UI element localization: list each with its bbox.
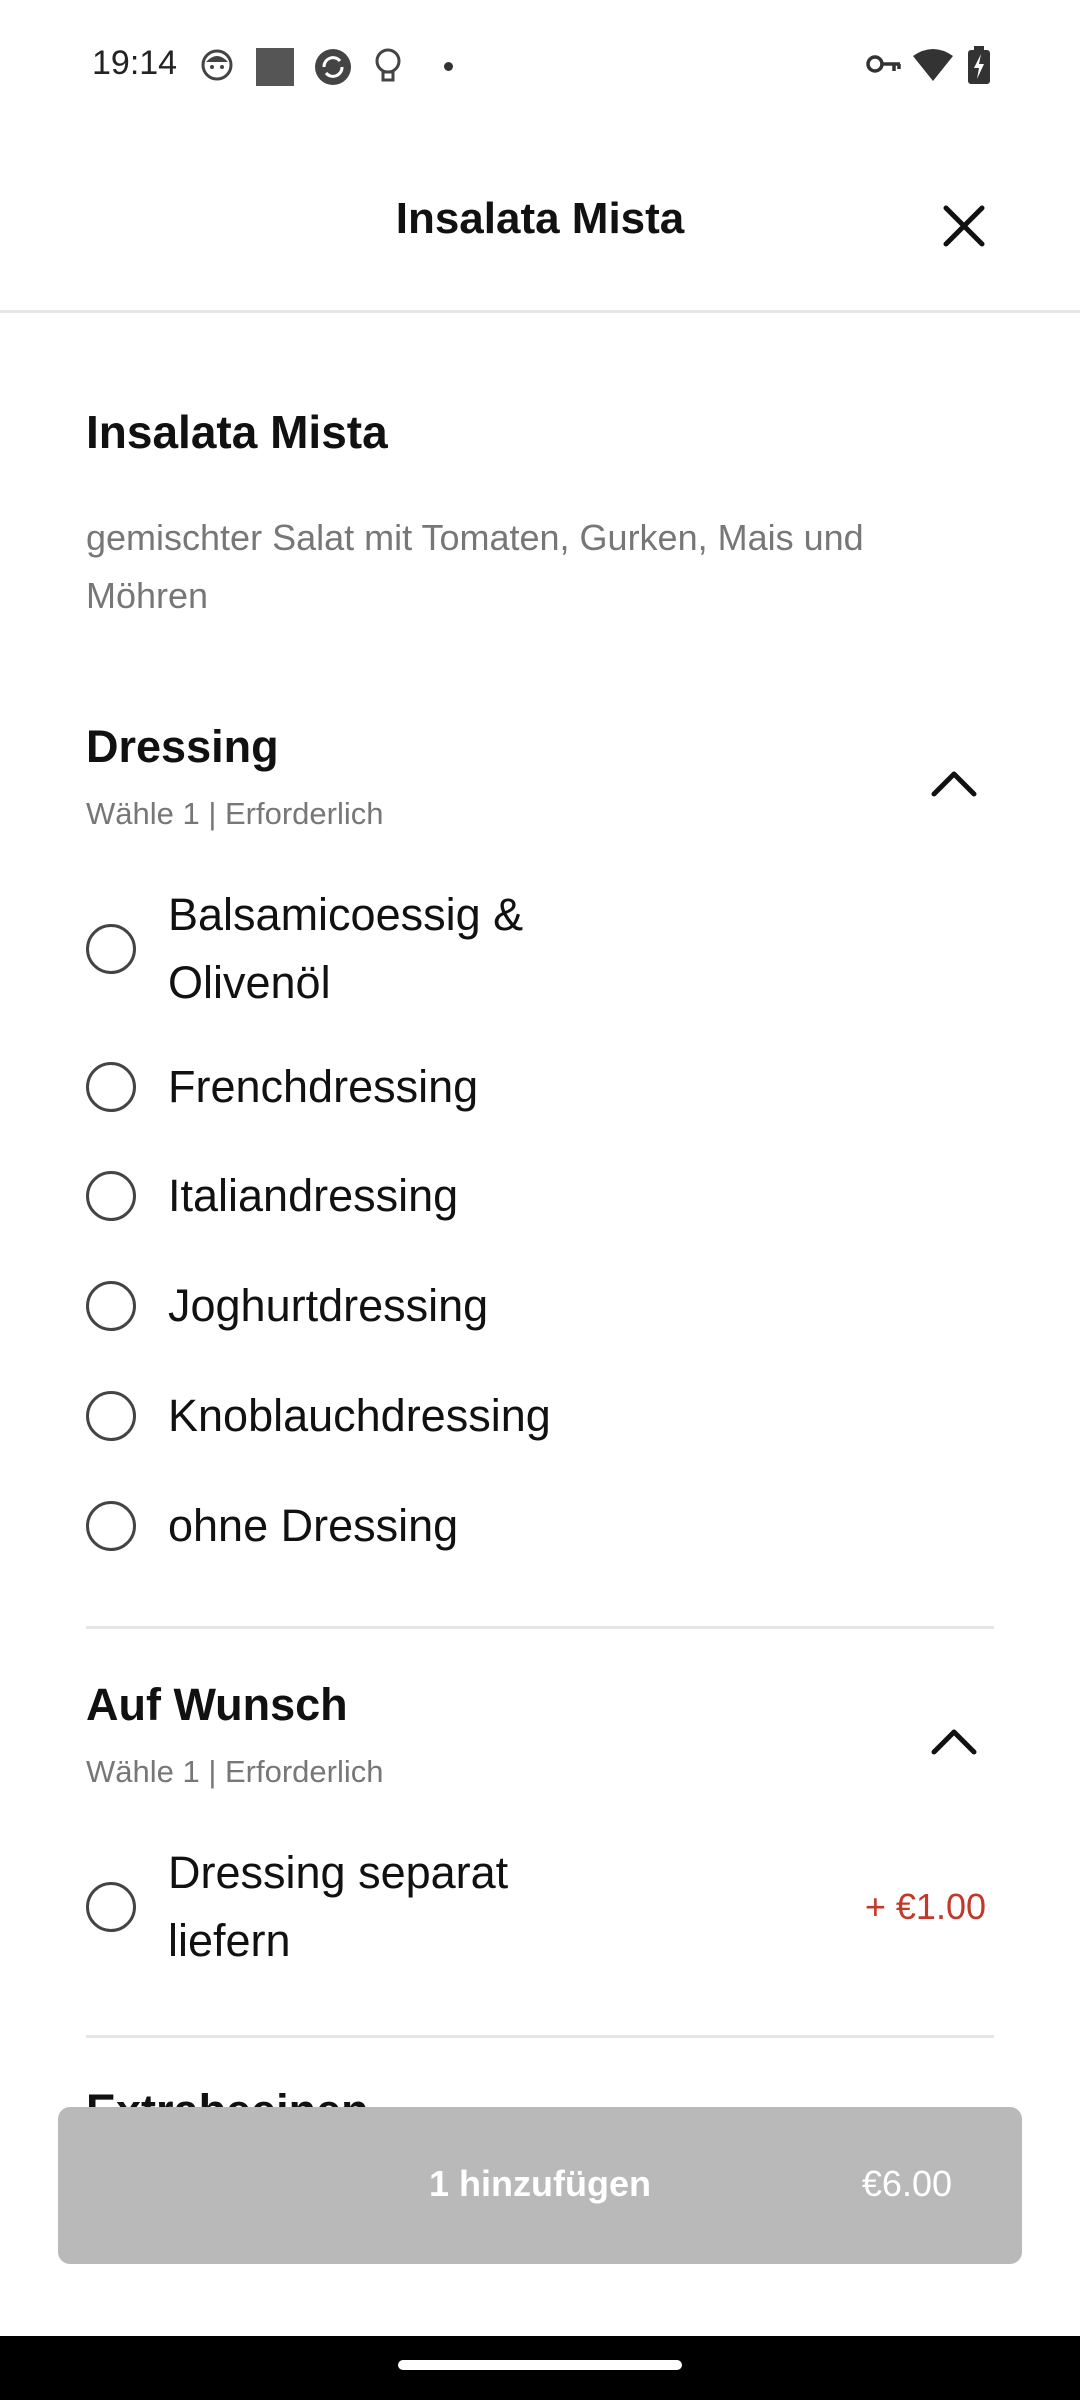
product-description: gemischter Salat mit Tomaten, Gurken, Ma… — [86, 517, 864, 616]
option-ohne-dressing[interactable]: ohne Dressing — [86, 1492, 986, 1560]
dialog-header: Insalata Mista — [0, 134, 1080, 313]
option-label: Frenchdressing — [168, 1061, 479, 1112]
screen: 19:14 Insalata Mista Insalata Mista gemi… — [0, 0, 1080, 2400]
option-price: + €1.00 — [864, 1886, 986, 1927]
section-title-auf-wunsch: Auf Wunsch — [86, 1679, 348, 1730]
radio-button[interactable] — [86, 1281, 136, 1331]
option-dressing-separat[interactable]: Dressing separat liefern + €1.00 — [86, 1839, 986, 1975]
section-divider — [86, 1626, 994, 1629]
dot-icon — [444, 62, 453, 71]
status-bar: 19:14 — [0, 0, 1080, 134]
radio-button[interactable] — [86, 1391, 136, 1441]
option-label: Italiandressing — [168, 1170, 459, 1221]
radio-button[interactable] — [86, 1501, 136, 1551]
option-knoblauchdressing[interactable]: Knoblauchdressing — [86, 1382, 986, 1450]
radio-button[interactable] — [86, 924, 136, 974]
header-title: Insalata Mista — [395, 194, 685, 243]
section-subtitle-dressing: Wähle 1 | Erforderlich — [86, 796, 384, 831]
sync-icon — [315, 49, 351, 85]
option-joghurtdressing[interactable]: Joghurtdressing — [86, 1272, 986, 1340]
home-indicator[interactable] — [398, 2360, 682, 2370]
radio-button[interactable] — [86, 1062, 136, 1112]
option-label: Dressing separat liefern — [168, 1847, 509, 1966]
section-subtitle-auf-wunsch: Wähle 1 | Erforderlich — [86, 1754, 384, 1789]
content-scroll-area[interactable]: Insalata Mista gemischter Salat mit Toma… — [0, 313, 1080, 2113]
wifi-icon — [913, 49, 953, 81]
option-label: Joghurtdressing — [168, 1280, 489, 1331]
face-icon — [201, 49, 233, 81]
option-label: Knoblauchdressing — [168, 1390, 551, 1441]
radio-button[interactable] — [86, 1882, 136, 1932]
option-label: Balsamicoessig & Olivenöl — [168, 889, 524, 1008]
chevron-up-icon[interactable] — [930, 1726, 978, 1756]
section-title-dressing: Dressing — [86, 721, 279, 772]
navigation-bar — [0, 2336, 1080, 2400]
option-label: ohne Dressing — [168, 1500, 459, 1551]
battery-charging-icon — [968, 46, 990, 84]
section-divider — [86, 2035, 994, 2038]
key-icon — [866, 55, 901, 73]
chevron-up-icon[interactable] — [930, 768, 978, 798]
option-frenchdressing[interactable]: Frenchdressing — [86, 1053, 986, 1121]
close-icon[interactable] — [936, 198, 992, 254]
product-title: Insalata Mista — [86, 406, 388, 458]
add-to-cart-button[interactable]: 1 hinzufügen €6.00 — [58, 2107, 1022, 2264]
bulb-icon — [375, 48, 401, 82]
square-icon — [256, 48, 294, 86]
option-italiandressing[interactable]: Italiandressing — [86, 1162, 986, 1230]
add-button-price: €6.00 — [861, 2163, 952, 2204]
radio-button[interactable] — [86, 1171, 136, 1221]
option-balsamico[interactable]: Balsamicoessig & Olivenöl — [86, 881, 986, 1017]
status-time: 19:14 — [92, 44, 178, 82]
